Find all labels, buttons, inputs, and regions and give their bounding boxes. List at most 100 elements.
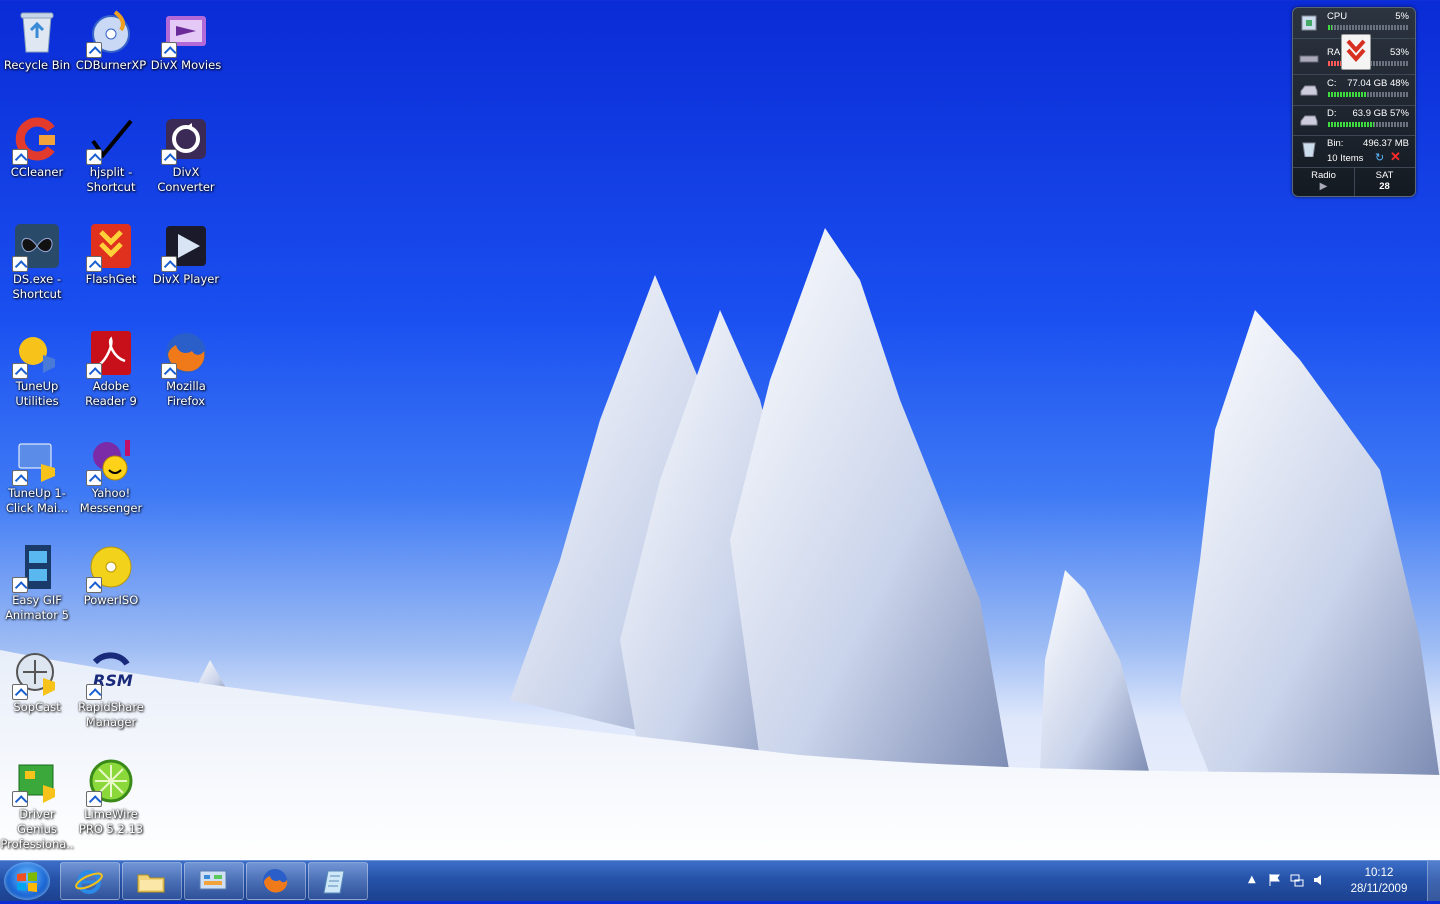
cpu-chip-icon	[1301, 15, 1317, 31]
gadget-drive-c-value: 77.04 GB 48%	[1347, 78, 1409, 89]
windows-logo-icon	[17, 872, 37, 892]
desktop-icon-label: DivX Player	[152, 272, 220, 286]
desktop-icon-ccleaner[interactable]: CCleaner	[0, 109, 74, 180]
hard-drive-icon	[1300, 85, 1318, 96]
desktop-icon-hjsplit[interactable]: hjsplit - Shortcut	[74, 109, 148, 195]
system-tray: ▲ 10:12 28/11/2009	[1226, 861, 1426, 901]
play-icon[interactable]: ▶	[1293, 181, 1354, 193]
desktop-icon-mozilla-firefox[interactable]: Mozilla Firefox	[149, 323, 223, 409]
desktop-icon-label: DS.exe - Shortcut	[12, 272, 62, 301]
desktop-icon-label: LimeWire PRO 5.2.13	[78, 807, 144, 836]
desktop-icon-easy-gif-animator[interactable]: Easy GIF Animator 5	[0, 537, 74, 623]
gadget-drive-d-bar	[1328, 122, 1408, 127]
action-center-flag-icon[interactable]	[1268, 873, 1282, 887]
taskbar-clock[interactable]: 10:12 28/11/2009	[1344, 865, 1414, 897]
gadget-cpu-bar	[1328, 25, 1408, 30]
desktop-icon-label: Adobe Reader 9	[85, 379, 137, 408]
gadget-drive-d-value: 63.9 GB 57%	[1352, 108, 1409, 119]
desktop-icon-label: RapidShare Manager	[78, 700, 144, 729]
desktop-icon-label: SopCast	[13, 700, 61, 714]
network-icon[interactable]	[1290, 873, 1304, 887]
desktop-icon-ds-exe[interactable]: DS.exe - Shortcut	[0, 216, 74, 302]
volume-icon[interactable]	[1312, 873, 1326, 887]
gadget-bin-size: 496.37 MB	[1363, 138, 1409, 149]
gadget-ram-value: 53%	[1389, 47, 1409, 58]
desktop-icon-label: Easy GIF Animator 5	[5, 593, 69, 622]
desktop-icon-tuneup-utilities[interactable]: TuneUp Utilities	[0, 323, 74, 409]
desktop-icon-label: PowerISO	[83, 593, 139, 607]
desktop-icon-grid: Recycle Bin CDBurnerXP DivX Movies CClea…	[0, 0, 230, 866]
download-arrow-icon	[1346, 39, 1366, 63]
ram-module-icon	[1299, 55, 1319, 63]
gadget-drive-d-row: D: 63.9 GB 57%	[1293, 105, 1415, 136]
desktop-icon-label: Mozilla Firefox	[166, 379, 206, 408]
desktop-icon-flashget[interactable]: FlashGet	[74, 216, 148, 287]
hard-drive-icon	[1300, 115, 1318, 126]
clock-time: 10:12	[1364, 867, 1394, 879]
recycle-bin-icon	[20, 12, 54, 53]
taskbar-button-notepad[interactable]	[308, 862, 368, 900]
flashget-drop-target[interactable]	[1341, 34, 1371, 70]
desktop-icon-cdburnerxp[interactable]: CDBurnerXP	[74, 2, 148, 73]
internet-explorer-icon	[75, 870, 103, 894]
desktop-icon-label: FlashGet	[85, 272, 137, 286]
gadget-bin-row: Bin: 496.37 MB 10 Items ↻ ✕	[1293, 135, 1415, 168]
gadget-drive-c-bar	[1328, 92, 1408, 97]
desktop-icon-label: Recycle Bin	[3, 58, 71, 72]
gadget-calendar[interactable]: SAT 28	[1354, 168, 1415, 196]
desktop-icon-label: DivX Converter	[157, 165, 215, 194]
show-desktop-button[interactable]	[1427, 861, 1440, 901]
control-panel-icon	[199, 870, 227, 890]
taskbar-button-file-explorer[interactable]	[122, 862, 182, 900]
start-button[interactable]	[4, 862, 50, 900]
desktop-icon-tuneup-1-click[interactable]: TuneUp 1-Click Mai...	[0, 430, 74, 516]
gadget-drive-c-row: C: 77.04 GB 48%	[1293, 75, 1415, 106]
desktop-icon-limewire[interactable]: LimeWire PRO 5.2.13	[74, 751, 148, 837]
gadget-radio[interactable]: Radio ▶	[1293, 168, 1355, 196]
desktop-icon-driver-genius[interactable]: Driver Genius Professiona...	[0, 751, 74, 867]
desktop-icon-recycle-bin[interactable]: Recycle Bin	[0, 2, 74, 73]
gadget-drive-d-label: D:	[1327, 108, 1337, 119]
gadget-ram-label: RA	[1327, 47, 1341, 58]
desktop-icon-label: CCleaner	[10, 165, 64, 179]
system-monitor-gadget[interactable]: CPU 5% RA 53% C: 77.04 GB 48% D: 63.9 GB…	[1292, 7, 1416, 197]
desktop-icon-label: TuneUp Utilities	[15, 379, 59, 408]
chevron-up-icon[interactable]: ▲	[1248, 874, 1262, 888]
desktop-icon-divx-player[interactable]: DivX Player	[149, 216, 223, 287]
gadget-cpu-value: 5%	[1395, 11, 1409, 22]
taskbar-button-firefox[interactable]	[246, 862, 306, 900]
taskbar-button-control-panel[interactable]	[184, 862, 244, 900]
desktop-icon-divx-movies[interactable]: DivX Movies	[149, 2, 223, 73]
desktop-icon-rapidshare-manager[interactable]: RSM RapidShare Manager	[74, 644, 148, 730]
gadget-bin-label: Bin:	[1327, 138, 1344, 149]
gadget-cpu-fill	[1328, 25, 1332, 30]
desktop-icon-label: CDBurnerXP	[75, 58, 147, 72]
file-explorer-icon	[137, 874, 165, 893]
refresh-icon[interactable]: ↻	[1375, 151, 1384, 164]
desktop-icon-label: Driver Genius Professiona...	[0, 807, 74, 866]
desktop-icon-divx-converter[interactable]: DivX Converter	[149, 109, 223, 195]
desktop-icon-yahoo-messenger[interactable]: Yahoo! Messenger	[74, 430, 148, 516]
notepad-icon	[323, 870, 345, 894]
gadget-calendar-day: SAT	[1375, 170, 1394, 181]
desktop-icon-sopcast[interactable]: SopCast	[0, 644, 74, 715]
taskbar-button-internet-explorer[interactable]	[60, 862, 120, 900]
desktop-icon-poweriso[interactable]: PowerISO	[74, 537, 148, 608]
close-icon[interactable]: ✕	[1390, 149, 1401, 165]
gadget-cpu-label: CPU	[1327, 11, 1348, 22]
gadget-bin-items: 10 Items	[1327, 153, 1364, 164]
gadget-drive-d-fill	[1328, 122, 1374, 127]
desktop-icon-label: hjsplit - Shortcut	[86, 165, 136, 194]
clock-date: 28/11/2009	[1350, 883, 1408, 895]
desktop-icon-label: Yahoo! Messenger	[79, 486, 143, 515]
gadget-radio-label: Radio	[1311, 170, 1336, 181]
gadget-drive-c-label: C:	[1327, 78, 1337, 89]
recycle-bin-icon	[1302, 142, 1316, 157]
gadget-calendar-date: 28	[1379, 181, 1390, 192]
gadget-drive-c-fill	[1328, 92, 1367, 97]
desktop-icon-label: DivX Movies	[150, 58, 222, 72]
desktop-icon-label: TuneUp 1-Click Mai...	[5, 486, 69, 515]
taskbar: ▲ 10:12 28/11/2009	[0, 860, 1440, 901]
desktop-icon-adobe-reader[interactable]: Adobe Reader 9	[74, 323, 148, 409]
firefox-icon	[263, 869, 288, 893]
